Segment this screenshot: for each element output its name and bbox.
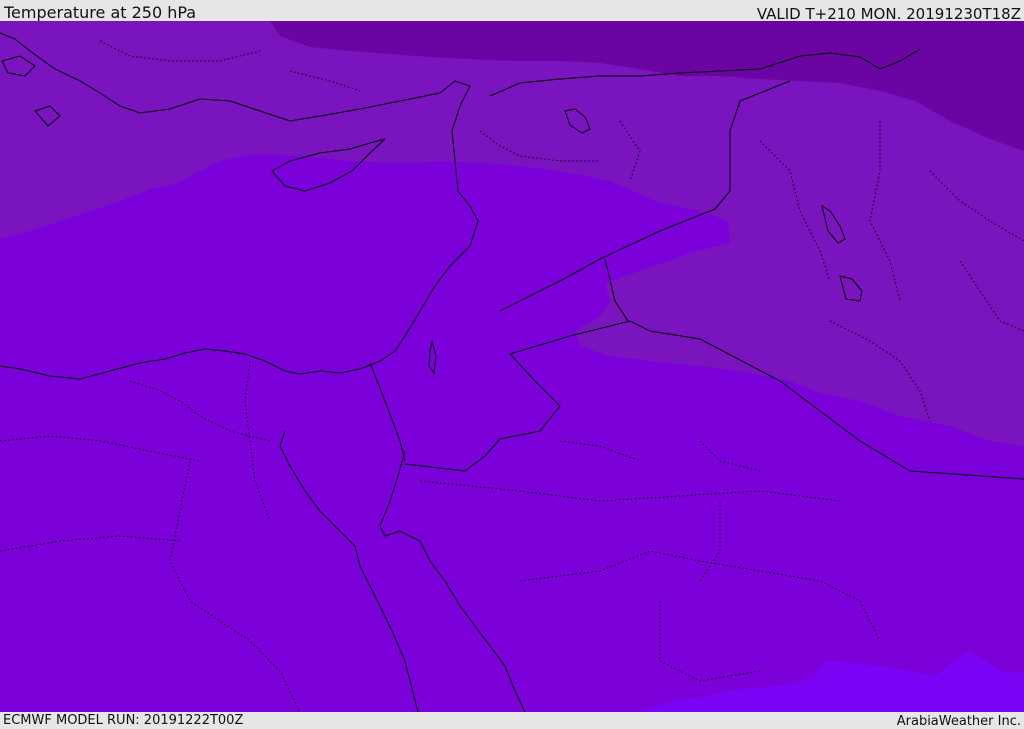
map-title: Temperature at 250 hPa (4, 3, 197, 22)
map-area (0, 21, 1024, 712)
credit-label: ArabiaWeather Inc. (896, 714, 1021, 729)
footer-bar: ECMWF MODEL RUN: 20191222T00Z ArabiaWeat… (0, 712, 1024, 729)
model-run-label: ECMWF MODEL RUN: 20191222T00Z (3, 713, 244, 728)
map-figure: Temperature at 250 hPa VALID T+210 MON. … (0, 0, 1024, 729)
map-canvas (0, 21, 1024, 712)
header-bar: Temperature at 250 hPa VALID T+210 MON. … (0, 0, 1024, 23)
